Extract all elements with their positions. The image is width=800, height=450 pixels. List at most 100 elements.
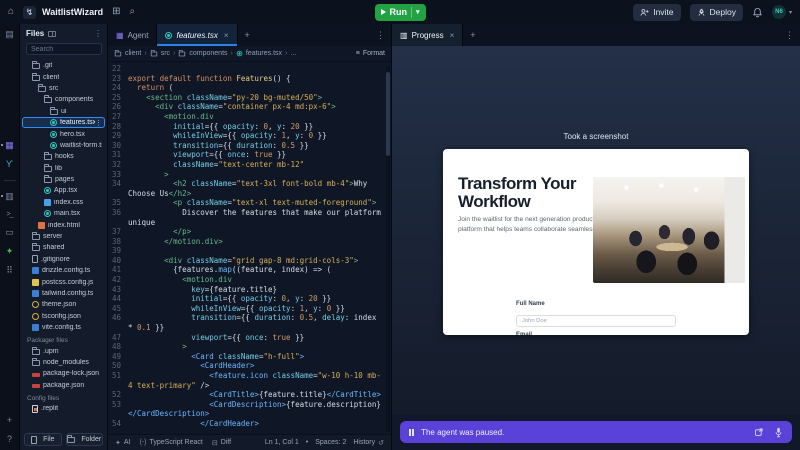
tree-item-server[interactable]: server — [22, 231, 105, 242]
tree-item-theme.json[interactable]: theme.json — [22, 299, 105, 310]
close-icon[interactable]: × — [450, 31, 455, 40]
new-folder-button[interactable]: Folder — [66, 433, 104, 446]
code-line[interactable]: 32 className="text-center mb-12" — [108, 160, 391, 170]
tree-item-tsconfig.json[interactable]: tsconfig.json — [22, 311, 105, 322]
status-spaces-2[interactable]: Spaces: 2 — [315, 439, 346, 446]
run-button[interactable]: Run ▾ — [375, 4, 426, 21]
code-line[interactable]: 45 whileInView={{ opacity: 1, y: 0 }} — [108, 304, 391, 314]
tab-progress[interactable]: ▥ Progress × — [392, 24, 463, 46]
microphone-icon[interactable] — [774, 427, 783, 438]
code-line[interactable]: 37 </p> — [108, 227, 391, 237]
code-line[interactable]: 36 Discover the features that make our p… — [108, 208, 391, 227]
new-panel-icon[interactable]: + — [0, 416, 19, 425]
progress-panel-icon[interactable]: ▥ — [0, 192, 19, 201]
tree-item-hero.tsx[interactable]: hero.tsx — [22, 128, 105, 139]
git-branch-icon[interactable]: ϒ — [0, 160, 19, 169]
code-line[interactable]: 51 <feature.icon className="w-10 h-10 mb… — [108, 371, 391, 390]
account-menu[interactable]: N6 ▾ — [772, 5, 792, 19]
webview-icon[interactable]: ▭ — [0, 228, 19, 237]
tree-item-pages[interactable]: pages — [22, 174, 105, 185]
editor-menu-kebab-icon[interactable]: ⋮ — [370, 30, 391, 41]
code-area[interactable]: 22 23export default function Features() … — [108, 62, 391, 434]
status--[interactable]: • — [306, 439, 308, 446]
code-line[interactable]: 47 viewport={{ once: true }} — [108, 333, 391, 343]
deployments-icon[interactable]: ✦ — [0, 247, 19, 256]
tree-item-hooks[interactable]: hooks — [22, 151, 105, 162]
files-panel-icon[interactable]: ▤ — [0, 30, 19, 39]
code-line[interactable]: 43 key={feature.title} — [108, 285, 391, 295]
editor-scrollbar[interactable] — [386, 66, 390, 432]
breadcrumb-features.tsx[interactable]: features.tsx — [236, 50, 282, 57]
tree-item-ui[interactable]: ui — [22, 106, 105, 117]
code-line[interactable]: 38 </motion.div> — [108, 237, 391, 247]
code-line[interactable]: 31 viewport={{ once: true }} — [108, 150, 391, 160]
tree-item-App.tsx[interactable]: App.tsx — [22, 185, 105, 196]
open-in-tab-icon[interactable] — [754, 427, 764, 437]
tree-item-node_modules[interactable]: node_modules — [22, 357, 105, 368]
tree-item-shared[interactable]: shared — [22, 242, 105, 253]
tree-item-src[interactable]: src — [22, 83, 105, 94]
tab-features-tsx[interactable]: features.tsx × — [157, 24, 237, 46]
tree-item-drizzle.config.ts[interactable]: drizzle.config.ts — [22, 265, 105, 276]
full-name-input[interactable] — [516, 315, 676, 327]
app-title[interactable]: WaitlistWizard — [42, 7, 103, 17]
tree-item-features.tsx[interactable]: features.tsx⋮ — [22, 117, 105, 128]
code-line[interactable]: 33 > — [108, 170, 391, 180]
files-menu-kebab-icon[interactable]: ⋮ — [94, 29, 102, 38]
code-line[interactable]: 44 initial={{ opacity: 0, y: 20 }} — [108, 294, 391, 304]
code-line[interactable]: 22 — [108, 64, 391, 74]
agent-icon[interactable]: ▦ — [0, 141, 19, 150]
new-tab-icon[interactable]: + — [463, 30, 482, 40]
status-history[interactable]: History↺ — [353, 439, 384, 447]
code-line[interactable]: 42 <motion.div — [108, 275, 391, 285]
code-line[interactable]: 54 </CardHeader> — [108, 419, 391, 429]
code-line[interactable]: 53 <CardDescription>{feature.description… — [108, 400, 391, 419]
tree-item-index.html[interactable]: index.html — [22, 219, 105, 230]
breadcrumb-...[interactable]: ... — [290, 50, 296, 57]
tools-grid-icon[interactable]: ⠿ — [0, 266, 19, 275]
code-line[interactable]: 50 <CardHeader> — [108, 361, 391, 371]
tree-item-.upm[interactable]: .upm — [22, 345, 105, 356]
code-line[interactable]: 35 <p className="text-xl text-muted-fore… — [108, 198, 391, 208]
tree-item-vite.config.ts[interactable]: vite.config.ts — [22, 322, 105, 333]
tree-item-tailwind.config.ts[interactable]: tailwind.config.ts — [22, 288, 105, 299]
format-button[interactable]: ≡ Format — [356, 50, 385, 57]
status-typescript-react[interactable]: (-)TypeScript React — [140, 439, 203, 447]
status-diff[interactable]: ⊟Diff — [212, 439, 231, 447]
tree-item-lib[interactable]: lib — [22, 163, 105, 174]
tab-agent[interactable]: ▦ Agent — [108, 24, 157, 46]
collapse-sidebar-icon[interactable] — [48, 31, 56, 37]
tree-item-postcss.config.js[interactable]: postcss.config.js — [22, 276, 105, 287]
app-logo[interactable]: ↯ — [23, 6, 36, 19]
new-tab-icon[interactable]: + — [238, 30, 257, 40]
help-icon[interactable]: ? — [0, 435, 19, 444]
code-line[interactable]: 39 — [108, 246, 391, 256]
close-icon[interactable]: × — [224, 31, 229, 40]
breadcrumb-components[interactable]: components — [178, 50, 227, 57]
code-line[interactable]: 30 transition={{ duration: 0.5 }} — [108, 141, 391, 151]
deploy-button[interactable]: Deploy — [690, 4, 743, 21]
screenshot-preview[interactable]: Transform Your Workflow Join the waitlis… — [443, 149, 749, 335]
kebab-icon[interactable]: ⋮ — [95, 119, 102, 127]
code-line[interactable]: 25 <section className="py-20 bg-muted/50… — [108, 93, 391, 103]
chevron-down-icon[interactable]: ▾ — [416, 8, 420, 16]
code-line[interactable]: 40 <div className="grid gap-8 md:grid-co… — [108, 256, 391, 266]
code-line[interactable]: 52 <CardTitle>{feature.title}</CardTitle… — [108, 390, 391, 400]
notifications-bell-icon[interactable] — [752, 7, 763, 18]
search-icon[interactable]: ⌕ — [130, 7, 136, 17]
code-line[interactable]: 49 <Card className="h-full"> — [108, 352, 391, 362]
invite-button[interactable]: Invite — [633, 4, 680, 21]
tree-item-components[interactable]: components — [22, 94, 105, 105]
tree-item-client[interactable]: client — [22, 71, 105, 82]
tree-item-index.css[interactable]: index.css — [22, 197, 105, 208]
code-line[interactable]: 24 return ( — [108, 83, 391, 93]
code-line[interactable]: 26 <div className="container px-4 md:px-… — [108, 102, 391, 112]
tree-item-.gitignore[interactable]: .gitignore — [22, 254, 105, 265]
tree-item-waitlist-form.tsx[interactable]: waitlist-form.tsx — [22, 140, 105, 151]
code-line[interactable]: 46 transition={{ duration: 0.5, delay: i… — [108, 313, 391, 332]
tree-item-.git[interactable]: .git — [22, 60, 105, 71]
shell-icon[interactable]: >_ — [0, 211, 19, 218]
apps-grid-icon[interactable]: ⊞ — [112, 7, 120, 17]
breadcrumb-src[interactable]: src — [150, 50, 170, 57]
tree-item-package-lock.json[interactable]: package-lock.json — [22, 368, 105, 379]
